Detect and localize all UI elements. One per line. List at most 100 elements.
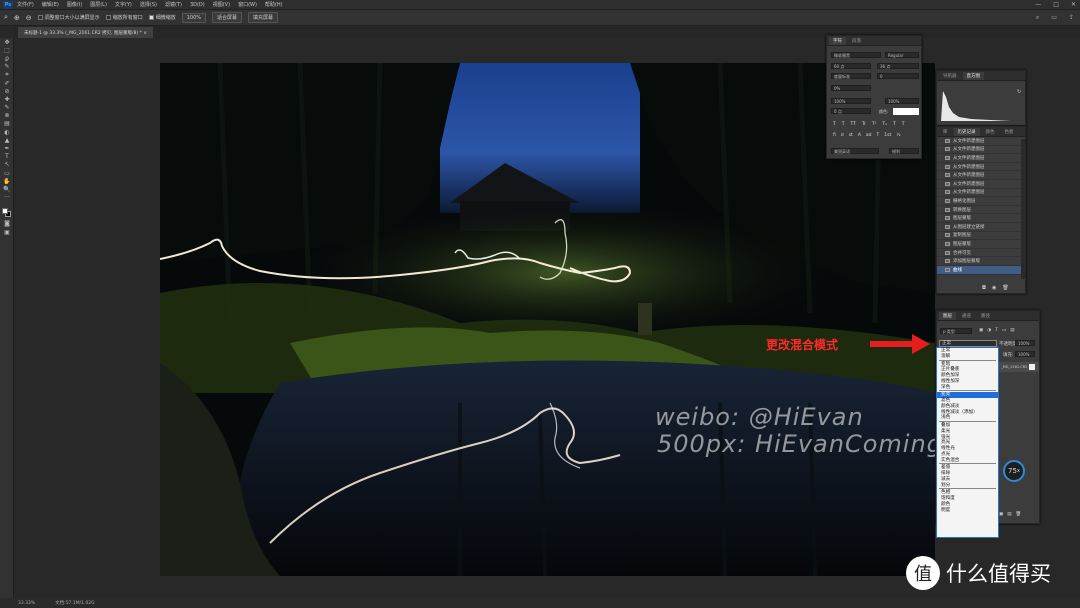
history-item[interactable]: 图层蒙版: [937, 240, 1021, 249]
horizontal-scale-field[interactable]: 100%: [885, 98, 919, 104]
tab-swatches[interactable]: 色板: [1001, 128, 1018, 136]
layer-row[interactable]: _MG_2161.CR2 拷贝: [999, 362, 1039, 372]
tab-libraries[interactable]: 库: [939, 128, 952, 136]
smart-object-filter-icon[interactable]: ▤: [1010, 328, 1014, 333]
resize-windows-checkbox[interactable]: 调整窗口大小以满屏显示: [37, 14, 100, 21]
kerning-field[interactable]: 度量标准: [831, 73, 871, 79]
eyedropper-tool-icon[interactable]: ✐: [0, 79, 14, 87]
leading-field[interactable]: 36 点: [877, 63, 919, 69]
type-tool-icon[interactable]: T: [0, 153, 14, 161]
histogram-refresh-icon[interactable]: ↻: [1017, 89, 1021, 95]
tracking-field[interactable]: 0: [877, 73, 919, 79]
history-item[interactable]: 从文件新建图层: [937, 137, 1021, 146]
history-item[interactable]: 复制图层: [937, 232, 1021, 241]
ordinal-button[interactable]: 1st: [884, 133, 891, 138]
superscript-button[interactable]: T¹: [872, 122, 877, 127]
tab-histogram[interactable]: 直方图: [962, 72, 984, 80]
history-item[interactable]: 合并可见: [937, 249, 1021, 258]
trash-icon[interactable]: 🗑: [1002, 285, 1008, 291]
all-caps-button[interactable]: TT: [851, 122, 856, 127]
hand-tool-icon[interactable]: ✋: [0, 177, 14, 185]
tab-color[interactable]: 颜色: [982, 128, 999, 136]
history-item[interactable]: 从文件新建图层: [937, 146, 1021, 155]
rectangle-tool-icon[interactable]: ▭: [0, 169, 14, 177]
fraction-button[interactable]: ½: [896, 133, 900, 138]
ligature-sigma-button[interactable]: σ: [841, 133, 844, 138]
history-item[interactable]: 从文件新建图层: [937, 163, 1021, 172]
tab-paths[interactable]: 路径: [977, 312, 994, 320]
zoom-tool-icon[interactable]: ⌕: [4, 13, 8, 22]
font-style-select[interactable]: Regular: [885, 52, 919, 58]
dodge-tool-icon[interactable]: ◐: [0, 128, 14, 136]
type-filter-icon[interactable]: T: [995, 328, 998, 333]
camera-icon[interactable]: ◉: [992, 285, 996, 291]
layer-mask-thumbnail[interactable]: [1029, 364, 1035, 370]
subscript-button[interactable]: T₁: [882, 122, 887, 127]
ligature-st-button[interactable]: st: [849, 133, 853, 138]
fit-screen-button[interactable]: 适合屏幕: [212, 12, 243, 23]
quick-mask-icon[interactable]: ◙: [0, 220, 14, 228]
clone-stamp-tool-icon[interactable]: ✎: [0, 104, 14, 112]
underline-button[interactable]: T: [893, 122, 896, 127]
menu-edit[interactable]: 编辑(E): [42, 1, 59, 8]
bold-button[interactable]: T: [833, 122, 836, 127]
text-color-swatch[interactable]: [893, 108, 919, 115]
tab-character[interactable]: 字符: [829, 37, 846, 45]
percent-field[interactable]: 0%: [831, 85, 871, 91]
screen-mode-icon[interactable]: ▣: [0, 228, 14, 236]
zoom-level[interactable]: 33.33%: [18, 601, 35, 606]
history-item[interactable]: 添加图层蒙版: [937, 257, 1021, 266]
move-tool-icon[interactable]: ✥: [0, 38, 14, 46]
opacity-field[interactable]: 100%: [1015, 340, 1035, 346]
ligature-t-button[interactable]: T: [877, 133, 880, 138]
menu-image[interactable]: 图像(I): [67, 1, 82, 8]
scrubby-zoom-checkbox[interactable]: 细微缩放: [148, 14, 176, 21]
quick-select-tool-icon[interactable]: ✎: [0, 63, 14, 71]
marquee-tool-icon[interactable]: ⬚: [0, 46, 14, 54]
ligature-a-button[interactable]: A: [858, 133, 861, 138]
share-icon[interactable]: ⇪: [1069, 14, 1074, 22]
ligature-fi-button[interactable]: fi: [833, 133, 836, 138]
zoom-out-icon[interactable]: ⊖: [26, 14, 32, 22]
document-info[interactable]: 文档:57.1M/1.02G: [55, 600, 94, 606]
brush-tool-icon[interactable]: ✚: [0, 95, 14, 103]
maximize-button[interactable]: □: [1053, 1, 1059, 8]
more-tools-icon[interactable]: ···: [0, 194, 14, 202]
healing-brush-tool-icon[interactable]: ⊘: [0, 87, 14, 95]
lasso-tool-icon[interactable]: ϼ: [0, 54, 14, 62]
menu-type[interactable]: 文字(Y): [115, 1, 132, 8]
gradient-tool-icon[interactable]: ▤: [0, 120, 14, 128]
document-tab[interactable]: 未标题-1 @ 33.3% (_MG_2161.CR2 拷贝, 图层蒙版/8) …: [18, 27, 154, 38]
menu-help[interactable]: 帮助(H): [265, 1, 283, 8]
minimize-button[interactable]: —: [1035, 1, 1041, 8]
history-item[interactable]: 从文件新建图层: [937, 189, 1021, 198]
workspace-icon[interactable]: ▭: [1051, 14, 1057, 22]
history-item[interactable]: 从文件新建图层: [937, 171, 1021, 180]
history-item-current[interactable]: 曲线: [937, 265, 1021, 275]
menu-select[interactable]: 选择(S): [140, 1, 157, 8]
italic-button[interactable]: T: [842, 122, 845, 127]
tab-channels[interactable]: 通道: [958, 312, 975, 320]
zoom-in-icon[interactable]: ⊕: [14, 14, 20, 22]
vertical-scale-field[interactable]: 100%: [831, 98, 871, 104]
blend-option[interactable]: 明度: [937, 508, 998, 514]
search-icon[interactable]: ⌕: [1036, 14, 1039, 22]
history-item[interactable]: 从文件新建图层: [937, 180, 1021, 189]
small-caps-button[interactable]: Tr: [862, 122, 866, 127]
tab-layers[interactable]: 图层: [939, 312, 956, 320]
tab-navigator[interactable]: 导航器: [939, 72, 961, 80]
snapshot-icon[interactable]: ◘: [982, 285, 986, 291]
zoom-tool-icon[interactable]: 🔍: [0, 185, 14, 193]
menu-layer[interactable]: 图层(L): [90, 1, 107, 8]
shape-filter-icon[interactable]: ▭: [1002, 328, 1006, 333]
fill-screen-button[interactable]: 填充屏幕: [248, 12, 279, 23]
menu-3d[interactable]: 3D(D): [190, 2, 205, 8]
history-scrollbar[interactable]: [1021, 139, 1025, 279]
zoom-100-button[interactable]: 100%: [181, 12, 207, 23]
language-select[interactable]: 美国英语: [831, 148, 879, 154]
close-button[interactable]: ✕: [1071, 1, 1076, 8]
new-layer-icon[interactable]: ▤: [1007, 512, 1011, 517]
path-select-tool-icon[interactable]: ↖: [0, 161, 14, 169]
history-item[interactable]: 从文件新建图层: [937, 154, 1021, 163]
layer-kind-filter[interactable]: p 类型: [940, 328, 972, 334]
